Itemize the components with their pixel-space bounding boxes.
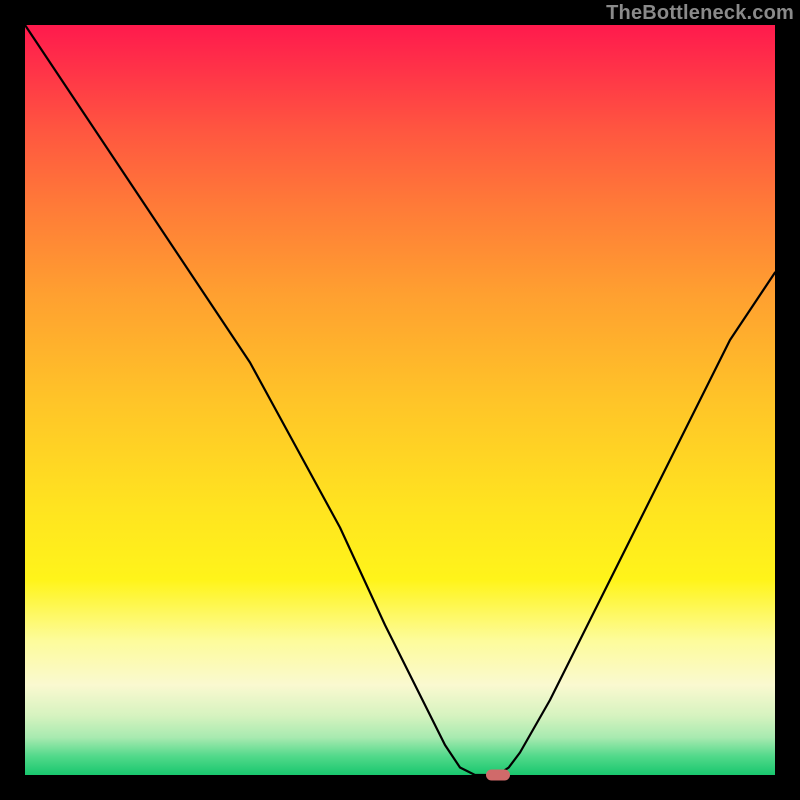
optimum-marker bbox=[486, 770, 510, 781]
plot-area bbox=[25, 25, 775, 775]
chart-frame: TheBottleneck.com bbox=[0, 0, 800, 800]
watermark-text: TheBottleneck.com bbox=[606, 2, 794, 25]
bottleneck-curve bbox=[25, 25, 775, 775]
